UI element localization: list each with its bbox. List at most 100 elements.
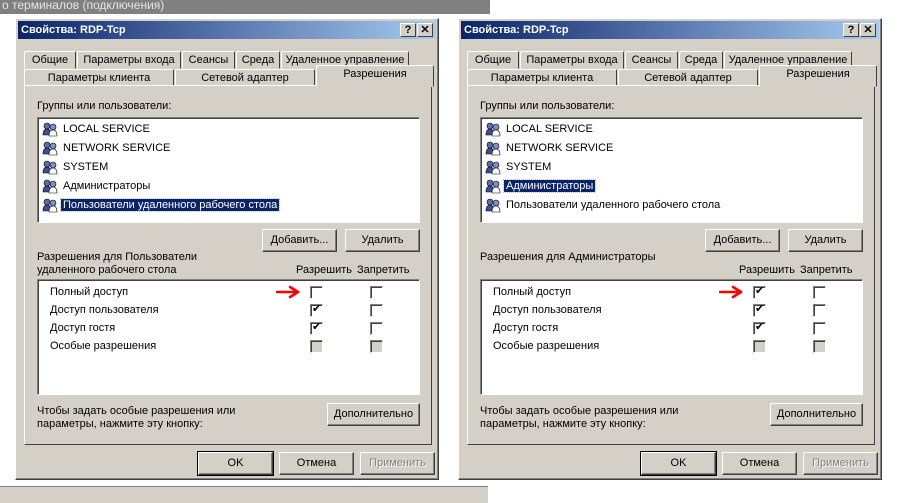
tab-row1-2[interactable]: Параметры входа xyxy=(77,51,181,69)
deny-checkbox[interactable] xyxy=(370,286,383,299)
permission-row-label: Полный доступ xyxy=(50,286,129,298)
remove-button[interactable]: Удалить xyxy=(788,229,863,252)
user-list-item[interactable]: Администраторы xyxy=(42,177,152,195)
user-list-item-label: SYSTEM xyxy=(506,161,552,173)
user-list-item[interactable]: Пользователи удаленного рабочего стола xyxy=(42,196,281,214)
permissions-label-line1: Разрешения для Администраторы xyxy=(480,251,656,263)
tab-row1-3[interactable]: Сеансы xyxy=(625,51,678,69)
cancel-button[interactable]: Отмена xyxy=(722,452,797,475)
allow-column-header: Разрешить xyxy=(296,264,352,276)
close-button[interactable]: ✕ xyxy=(417,23,433,37)
close-button[interactable]: ✕ xyxy=(860,23,876,37)
allow-checkbox[interactable]: ✔ xyxy=(753,303,766,317)
users-group-icon xyxy=(485,178,501,194)
tab-row1-1[interactable]: Общие xyxy=(467,51,519,69)
tab-row1-2[interactable]: Параметры входа xyxy=(520,51,624,69)
user-list-item[interactable]: SYSTEM xyxy=(42,158,110,176)
advanced-hint-line1: Чтобы задать особые разрешения или xyxy=(480,405,679,417)
deny-checkbox[interactable] xyxy=(813,286,826,299)
users-group-icon xyxy=(42,178,58,194)
cancel-button[interactable]: Отмена xyxy=(279,452,354,475)
users-listbox[interactable]: LOCAL SERVICE NETWORK SERVICE SYSTEM Админи… xyxy=(480,117,863,223)
user-list-item-label: LOCAL SERVICE xyxy=(506,123,593,135)
deny-checkbox[interactable] xyxy=(813,322,826,335)
remove-button[interactable]: Удалить xyxy=(345,229,420,252)
tab-row1-1[interactable]: Общие xyxy=(24,51,76,69)
allow-checkbox[interactable]: ✔ xyxy=(310,321,323,335)
background-status-bar xyxy=(0,486,488,503)
allow-column-header: Разрешить xyxy=(739,264,795,276)
checkmark-icon: ✔ xyxy=(755,285,765,297)
permissions-tab-panel: Группы или пользователи: LOCAL SERVICE NE… xyxy=(24,85,432,445)
user-list-item-label: Пользователи удаленного рабочего стола xyxy=(59,198,281,212)
user-list-item[interactable]: Администраторы xyxy=(485,177,597,195)
deny-checkbox xyxy=(813,340,826,353)
permission-row-label: Особые разрешения xyxy=(50,340,157,352)
add-button[interactable]: Добавить... xyxy=(262,229,337,252)
advanced-hint-line2: параметры, нажмите эту кнопку: xyxy=(480,418,646,430)
add-button[interactable]: Добавить... xyxy=(705,229,780,252)
apply-button[interactable]: Применить xyxy=(803,452,878,475)
allow-checkbox[interactable]: ✔ xyxy=(753,321,766,335)
user-list-item[interactable]: Пользователи удаленного рабочего стола xyxy=(485,196,722,214)
groups-label: Группы или пользователи: xyxy=(480,100,615,112)
permissions-tab-panel: Группы или пользователи: LOCAL SERVICE NE… xyxy=(467,85,875,445)
ok-button[interactable]: OK xyxy=(197,451,274,476)
user-list-item[interactable]: LOCAL SERVICE xyxy=(42,120,152,138)
tab-permissions-active[interactable]: Разрешения xyxy=(759,65,877,87)
apply-button[interactable]: Применить xyxy=(360,452,435,475)
checkmark-icon: ✔ xyxy=(312,303,322,315)
ok-button[interactable]: OK xyxy=(640,451,717,476)
permission-row-label: Доступ пользователя xyxy=(493,304,602,316)
allow-checkbox[interactable]: ✔ xyxy=(310,303,323,317)
users-group-icon xyxy=(485,121,501,137)
properties-dialog-1: Свойства: RDP-Tcp ? ✕ Общие Параметры вхо… xyxy=(15,18,439,480)
users-group-icon xyxy=(485,197,501,213)
users-group-icon xyxy=(485,159,501,175)
allow-checkbox xyxy=(310,340,323,353)
red-arrow-icon xyxy=(719,285,743,299)
dialog-title-bar[interactable]: Свойства: RDP-Tcp ? ✕ xyxy=(18,21,436,39)
allow-checkbox[interactable] xyxy=(310,286,323,299)
permission-row-label: Доступ гостя xyxy=(493,322,559,334)
tab-row1-4[interactable]: Среда xyxy=(236,51,280,69)
help-button[interactable]: ? xyxy=(400,23,416,37)
user-list-item[interactable]: NETWORK SERVICE xyxy=(485,139,615,157)
users-group-icon xyxy=(42,140,58,156)
users-group-icon xyxy=(42,121,58,137)
permission-row-label: Доступ гостя xyxy=(50,322,116,334)
dialog-title-bar[interactable]: Свойства: RDP-Tcp ? ✕ xyxy=(461,21,879,39)
allow-checkbox[interactable]: ✔ xyxy=(753,285,766,299)
user-list-item-label: Пользователи удаленного рабочего стола xyxy=(506,199,721,211)
advanced-button[interactable]: Дополнительно xyxy=(770,403,863,426)
user-list-item-label: LOCAL SERVICE xyxy=(63,123,150,135)
users-listbox[interactable]: LOCAL SERVICE NETWORK SERVICE SYSTEM Админи… xyxy=(37,117,420,223)
permission-row-label: Доступ пользователя xyxy=(50,304,159,316)
tab-row1-3[interactable]: Сеансы xyxy=(182,51,235,69)
user-list-item[interactable]: NETWORK SERVICE xyxy=(42,139,172,157)
user-list-item-label: NETWORK SERVICE xyxy=(63,142,171,154)
advanced-hint-line1: Чтобы задать особые разрешения или xyxy=(37,405,236,417)
deny-checkbox[interactable] xyxy=(370,322,383,335)
permissions-label-line1: Разрешения для Пользователи xyxy=(37,251,198,263)
user-list-item-label: Администраторы xyxy=(63,180,151,192)
tab-row1-4[interactable]: Среда xyxy=(679,51,723,69)
allow-checkbox xyxy=(753,340,766,353)
background-window-title: о терминалов (подключения) xyxy=(0,0,490,14)
properties-dialog-2: Свойства: RDP-Tcp ? ✕ Общие Параметры вхо… xyxy=(458,18,882,480)
permission-row-label: Полный доступ xyxy=(493,286,572,298)
user-list-item-label: Администраторы xyxy=(502,179,597,193)
help-button[interactable]: ? xyxy=(843,23,859,37)
checkmark-icon: ✔ xyxy=(755,321,765,333)
user-list-item[interactable]: SYSTEM xyxy=(485,158,553,176)
users-group-icon xyxy=(485,140,501,156)
user-list-item[interactable]: LOCAL SERVICE xyxy=(485,120,595,138)
deny-column-header: Запретить xyxy=(800,264,853,276)
checkmark-icon: ✔ xyxy=(312,321,322,333)
user-list-item-label: NETWORK SERVICE xyxy=(506,142,614,154)
deny-checkbox[interactable] xyxy=(813,304,826,317)
tab-permissions-active[interactable]: Разрешения xyxy=(316,65,434,87)
deny-checkbox[interactable] xyxy=(370,304,383,317)
advanced-button[interactable]: Дополнительно xyxy=(327,403,420,426)
dialog-title: Свойства: RDP-Tcp xyxy=(21,24,126,36)
